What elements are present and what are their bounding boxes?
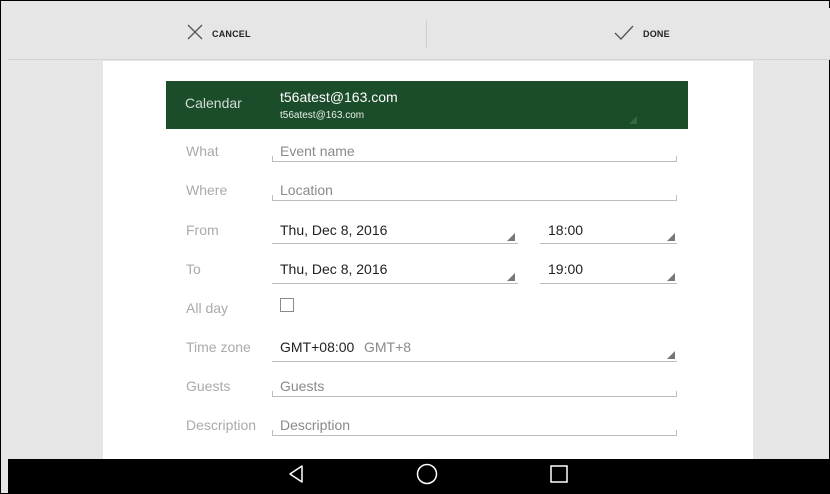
end-time-picker[interactable]: 19:00 (548, 261, 583, 277)
guests-underline (272, 391, 677, 397)
calendar-dropdown-icon (629, 116, 637, 124)
time-zone-name: GMT+8 (364, 339, 412, 355)
end-date-underline (272, 283, 518, 284)
end-date-picker[interactable]: Thu, Dec 8, 2016 (280, 261, 387, 277)
what-label: What (186, 143, 219, 159)
recents-square-icon (549, 464, 569, 489)
start-time-underline (540, 243, 677, 244)
navigation-bar (8, 459, 830, 494)
home-button[interactable] (407, 459, 447, 494)
calendar-label: Calendar (185, 95, 242, 111)
start-date-dropdown-icon (507, 233, 515, 241)
location-underline (272, 195, 677, 201)
home-circle-icon (416, 463, 438, 490)
guests-label: Guests (186, 378, 231, 394)
back-triangle-icon (286, 464, 306, 489)
end-time-underline (540, 283, 677, 284)
start-time-picker[interactable]: 18:00 (548, 222, 583, 238)
description-label: Description (186, 417, 257, 433)
event-form: Calendar t56atest@163.com t56atest@163.c… (0, 0, 830, 494)
calendar-account-name: t56atest@163.com (280, 89, 398, 105)
event-name-underline (272, 156, 677, 162)
calendar-account-email: t56atest@163.com (280, 110, 365, 121)
end-time-dropdown-icon (667, 273, 675, 281)
start-time-dropdown-icon (667, 233, 675, 241)
all-day-checkbox[interactable] (280, 298, 294, 312)
back-button[interactable] (276, 459, 316, 494)
to-label: To (186, 261, 201, 277)
recents-button[interactable] (539, 459, 579, 494)
calendar-selector[interactable] (166, 81, 688, 129)
description-underline (272, 430, 677, 436)
start-date-underline (272, 243, 518, 244)
end-date-dropdown-icon (507, 273, 515, 281)
time-zone-underline (272, 361, 677, 362)
time-zone-label: Time zone (186, 339, 251, 355)
time-zone-dropdown-icon (667, 351, 675, 359)
time-zone-value[interactable]: GMT+08:00 (280, 339, 354, 355)
start-date-picker[interactable]: Thu, Dec 8, 2016 (280, 222, 387, 238)
from-label: From (186, 222, 219, 238)
all-day-label: All day (186, 300, 229, 316)
where-label: Where (186, 182, 228, 198)
